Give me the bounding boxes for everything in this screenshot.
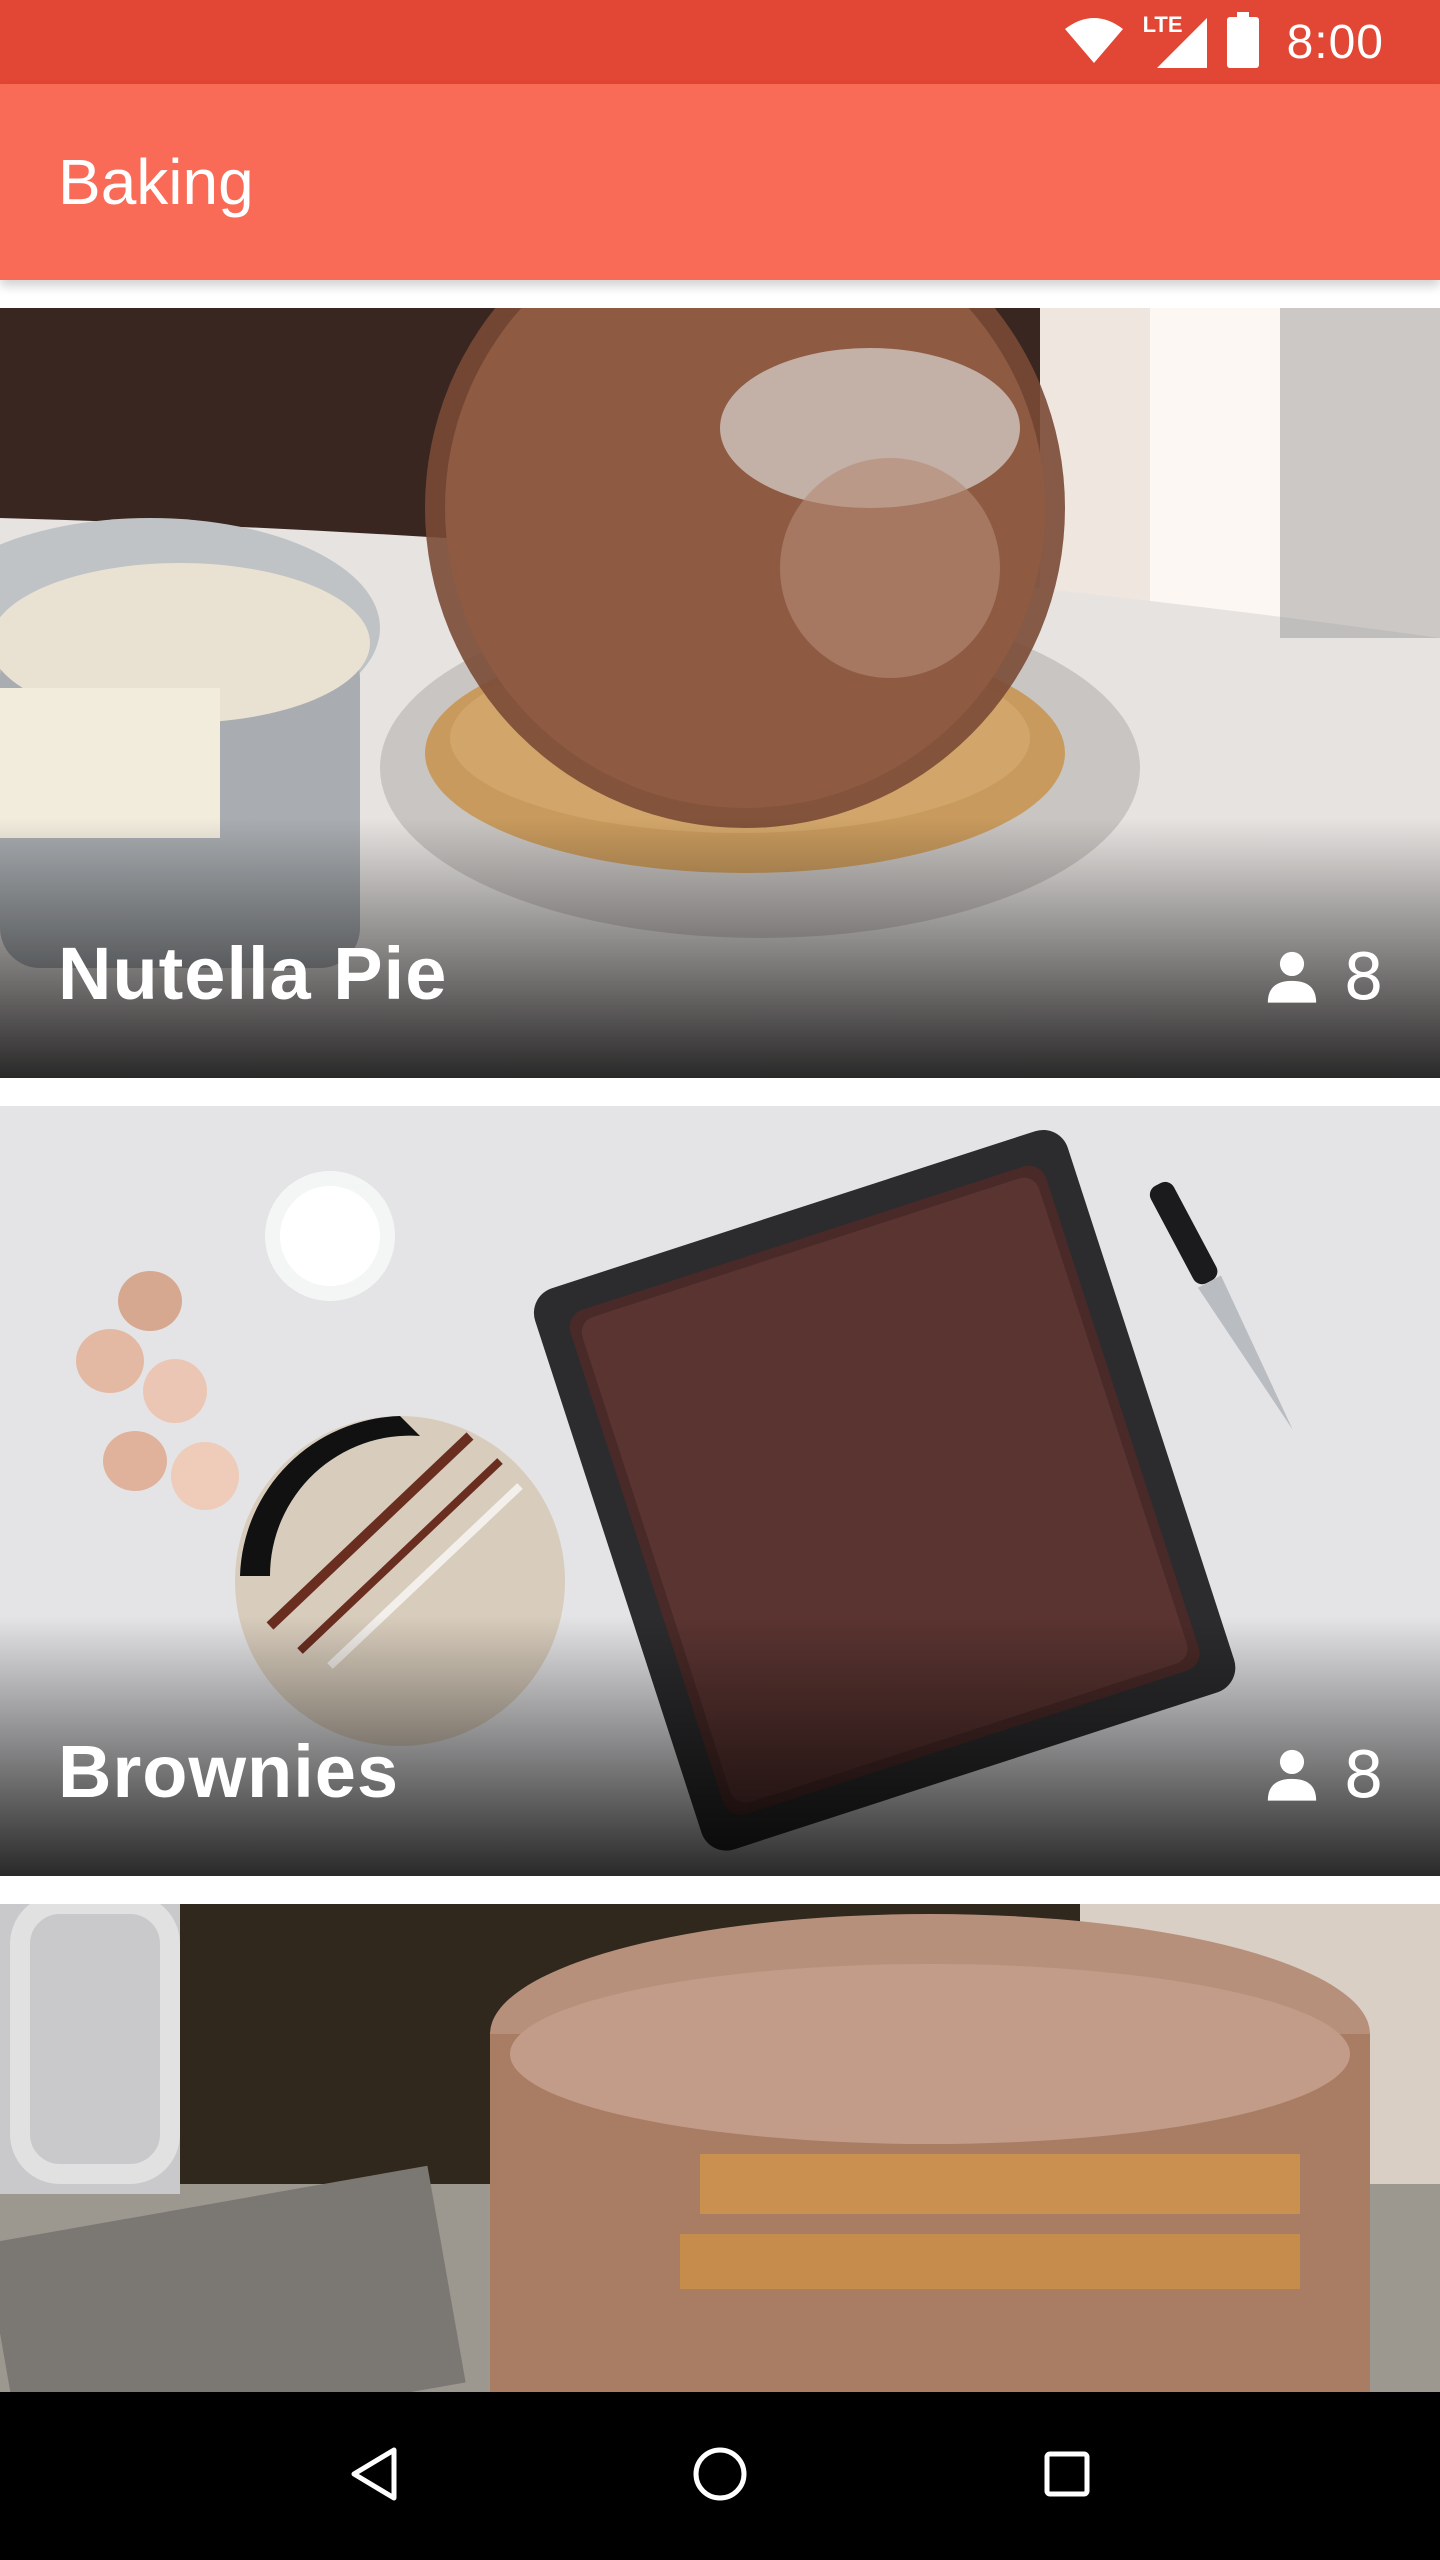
status-icons: LTE 8:00 — [1063, 11, 1384, 73]
servings-count: 8 — [1343, 1739, 1384, 1813]
recents-button[interactable] — [1007, 2416, 1127, 2536]
navigation-bar — [0, 2392, 1440, 2560]
recipe-card[interactable] — [0, 1904, 1440, 2392]
status-bar: LTE 8:00 — [0, 0, 1440, 84]
recipe-title: Nutella Pie — [58, 932, 448, 1015]
recents-icon — [1043, 2450, 1091, 2503]
recipe-image — [0, 1904, 1440, 2392]
home-icon — [692, 2446, 748, 2507]
back-button[interactable] — [313, 2416, 433, 2536]
network-type-label: LTE — [1142, 12, 1183, 37]
servings: 8 — [1263, 1744, 1384, 1808]
status-time: 8:00 — [1286, 15, 1384, 69]
person-icon — [1263, 1745, 1321, 1808]
battery-icon — [1226, 11, 1259, 73]
app-title: Baking — [58, 146, 254, 218]
recipe-list[interactable]: Nutella Pie 8 Brownies 8 — [0, 280, 1440, 2392]
home-button[interactable] — [660, 2416, 780, 2536]
person-icon — [1263, 947, 1321, 1010]
recipe-title: Brownies — [58, 1730, 400, 1813]
servings-count: 8 — [1343, 941, 1384, 1015]
app-bar: Baking — [0, 84, 1440, 280]
cell-signal-icon: LTE — [1142, 12, 1209, 70]
recipe-card[interactable]: Nutella Pie 8 — [0, 308, 1440, 1078]
back-icon — [348, 2446, 398, 2507]
recipe-card[interactable]: Brownies 8 — [0, 1106, 1440, 1876]
servings: 8 — [1263, 946, 1384, 1010]
wifi-icon — [1063, 15, 1125, 70]
